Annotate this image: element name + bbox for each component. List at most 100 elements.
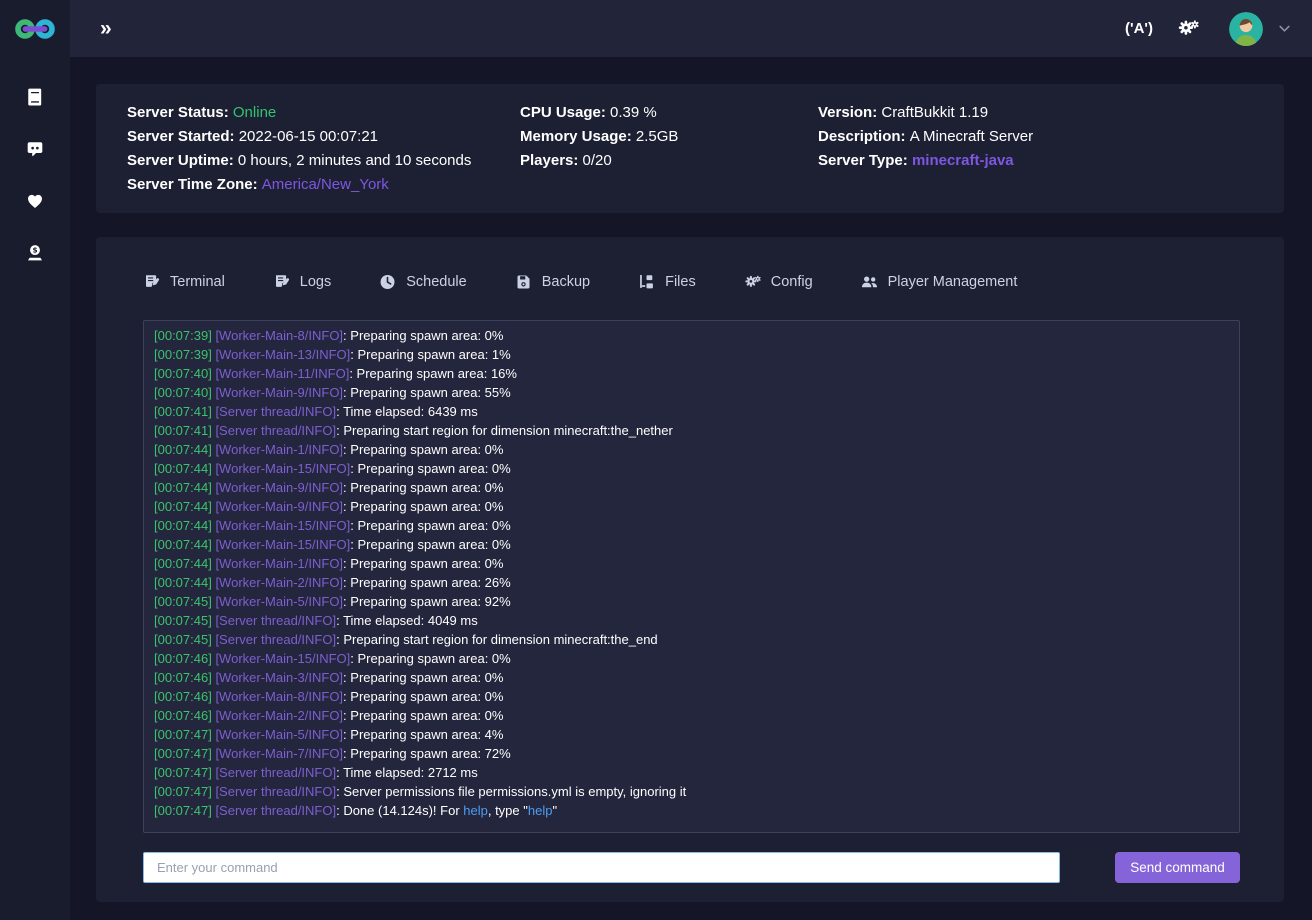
log-message: : Time elapsed: 6439 ms: [336, 404, 478, 419]
logs-icon: [273, 274, 290, 290]
log-thread: [Worker-Main-13/INFO]: [212, 347, 350, 362]
terminal-output[interactable]: [00:07:39] [Worker-Main-8/INFO]: Prepari…: [143, 320, 1240, 833]
log-message: : Preparing start region for dimension m…: [336, 423, 673, 438]
log-line: [00:07:44] [Worker-Main-1/INFO]: Prepari…: [154, 440, 1229, 459]
log-line: [00:07:44] [Worker-Main-1/INFO]: Prepari…: [154, 554, 1229, 573]
tab-player-management[interactable]: Player Management: [861, 274, 1018, 290]
tab-terminal[interactable]: Terminal: [143, 274, 225, 290]
status-value: 0/20: [583, 152, 612, 169]
status-label: Server Time Zone:: [127, 176, 262, 193]
log-thread: [Worker-Main-9/INFO]: [212, 385, 343, 400]
log-message: , type ": [488, 803, 528, 818]
tab-schedule[interactable]: Schedule: [379, 274, 466, 290]
status-label: Description:: [818, 128, 910, 145]
status-label: Players:: [520, 152, 583, 169]
status-label: Memory Usage:: [520, 128, 636, 145]
log-line: [00:07:47] [Server thread/INFO]: Server …: [154, 782, 1229, 801]
app-logo[interactable]: [0, 0, 70, 57]
tab-backup[interactable]: Backup: [515, 274, 590, 290]
status-label: Server Status:: [127, 104, 233, 121]
log-line: [00:07:44] [Worker-Main-15/INFO]: Prepar…: [154, 516, 1229, 535]
log-thread: [Worker-Main-1/INFO]: [212, 442, 343, 457]
tab-label: Logs: [300, 274, 331, 290]
backup-icon: [515, 274, 532, 290]
config-icon: [744, 274, 761, 290]
log-message: : Preparing spawn area: 4%: [343, 727, 503, 742]
log-line: [00:07:47] [Worker-Main-5/INFO]: Prepari…: [154, 725, 1229, 744]
log-message: : Preparing spawn area: 1%: [350, 347, 510, 362]
log-line: [00:07:46] [Worker-Main-15/INFO]: Prepar…: [154, 649, 1229, 668]
log-line: [00:07:44] [Worker-Main-15/INFO]: Prepar…: [154, 535, 1229, 554]
status-value: 2022-06-15 00:07:21: [239, 128, 378, 145]
status-value[interactable]: America/New_York: [262, 176, 389, 193]
log-thread: [Worker-Main-2/INFO]: [212, 575, 343, 590]
log-line: [00:07:39] [Worker-Main-13/INFO]: Prepar…: [154, 345, 1229, 364]
status-row: Server Type: minecraft-java: [818, 149, 1253, 173]
log-timestamp: [00:07:47]: [154, 765, 212, 780]
sidebar-item-book[interactable]: [0, 71, 70, 123]
log-line: [00:07:44] [Worker-Main-2/INFO]: Prepari…: [154, 573, 1229, 592]
log-timestamp: [00:07:41]: [154, 423, 212, 438]
tab-files[interactable]: Files: [638, 274, 696, 290]
crafty-logo-icon: [14, 16, 56, 42]
log-timestamp: [00:07:46]: [154, 708, 212, 723]
sidebar-item-donation[interactable]: $: [0, 227, 70, 279]
log-timestamp: [00:07:45]: [154, 594, 212, 609]
log-timestamp: [00:07:44]: [154, 442, 212, 457]
log-message: : Server permissions file permissions.ym…: [336, 784, 686, 799]
sidebar-collapse-toggle[interactable]: »: [100, 18, 111, 39]
log-message: : Preparing spawn area: 0%: [343, 499, 503, 514]
sidebar: $: [0, 0, 70, 920]
help-link[interactable]: help: [463, 803, 488, 818]
command-input[interactable]: [143, 852, 1060, 883]
log-thread: [Server thread/INFO]: [212, 632, 336, 647]
status-value[interactable]: minecraft-java: [912, 152, 1014, 169]
status-label: Server Uptime:: [127, 152, 238, 169]
log-thread: [Worker-Main-1/INFO]: [212, 556, 343, 571]
status-column: Version: CraftBukkit 1.19Description: A …: [818, 101, 1253, 213]
status-column: Server Status: OnlineServer Started: 202…: [127, 101, 520, 213]
command-bar: Send command: [143, 852, 1240, 883]
log-line: [00:07:41] [Server thread/INFO]: Time el…: [154, 402, 1229, 421]
log-message: : Preparing spawn area: 0%: [343, 442, 503, 457]
log-line: [00:07:45] [Server thread/INFO]: Time el…: [154, 611, 1229, 630]
log-message: : Preparing spawn area: 0%: [350, 461, 510, 476]
log-timestamp: [00:07:41]: [154, 404, 212, 419]
sidebar-item-discord[interactable]: [0, 123, 70, 175]
user-menu-caret-icon[interactable]: [1279, 25, 1290, 33]
language-icon[interactable]: ('A'): [1125, 20, 1153, 37]
players-icon: [861, 274, 878, 290]
heart-icon: [26, 192, 44, 210]
schedule-icon: [379, 274, 396, 290]
log-line: [00:07:46] [Worker-Main-3/INFO]: Prepari…: [154, 668, 1229, 687]
log-line: [00:07:44] [Worker-Main-9/INFO]: Prepari…: [154, 478, 1229, 497]
log-line: [00:07:41] [Server thread/INFO]: Prepari…: [154, 421, 1229, 440]
log-timestamp: [00:07:40]: [154, 366, 212, 381]
status-column: CPU Usage: 0.39 %Memory Usage: 2.5GBPlay…: [520, 101, 818, 213]
log-timestamp: [00:07:44]: [154, 537, 212, 552]
status-row: Description: A Minecraft Server: [818, 125, 1253, 149]
log-thread: [Server thread/INFO]: [212, 765, 336, 780]
log-line: [00:07:39] [Worker-Main-8/INFO]: Prepari…: [154, 326, 1229, 345]
sidebar-item-heart[interactable]: [0, 175, 70, 227]
tab-logs[interactable]: Logs: [273, 274, 331, 290]
log-timestamp: [00:07:45]: [154, 613, 212, 628]
help-link[interactable]: help: [528, 803, 553, 818]
log-timestamp: [00:07:44]: [154, 575, 212, 590]
status-row: Memory Usage: 2.5GB: [520, 125, 818, 149]
user-avatar[interactable]: [1229, 12, 1263, 46]
log-message: : Preparing spawn area: 0%: [350, 537, 510, 552]
settings-gears-icon[interactable]: [1177, 19, 1199, 38]
log-timestamp: [00:07:47]: [154, 784, 212, 799]
status-value: 2.5GB: [636, 128, 679, 145]
log-thread: [Worker-Main-2/INFO]: [212, 708, 343, 723]
log-message: : Preparing spawn area: 26%: [343, 575, 511, 590]
tab-config[interactable]: Config: [744, 274, 813, 290]
tab-label: Backup: [542, 274, 590, 290]
log-timestamp: [00:07:39]: [154, 347, 212, 362]
book-icon: [26, 88, 44, 106]
send-command-button[interactable]: Send command: [1115, 852, 1240, 883]
log-thread: [Worker-Main-15/INFO]: [212, 518, 350, 533]
log-thread: [Worker-Main-3/INFO]: [212, 670, 343, 685]
log-message: : Preparing spawn area: 16%: [349, 366, 517, 381]
